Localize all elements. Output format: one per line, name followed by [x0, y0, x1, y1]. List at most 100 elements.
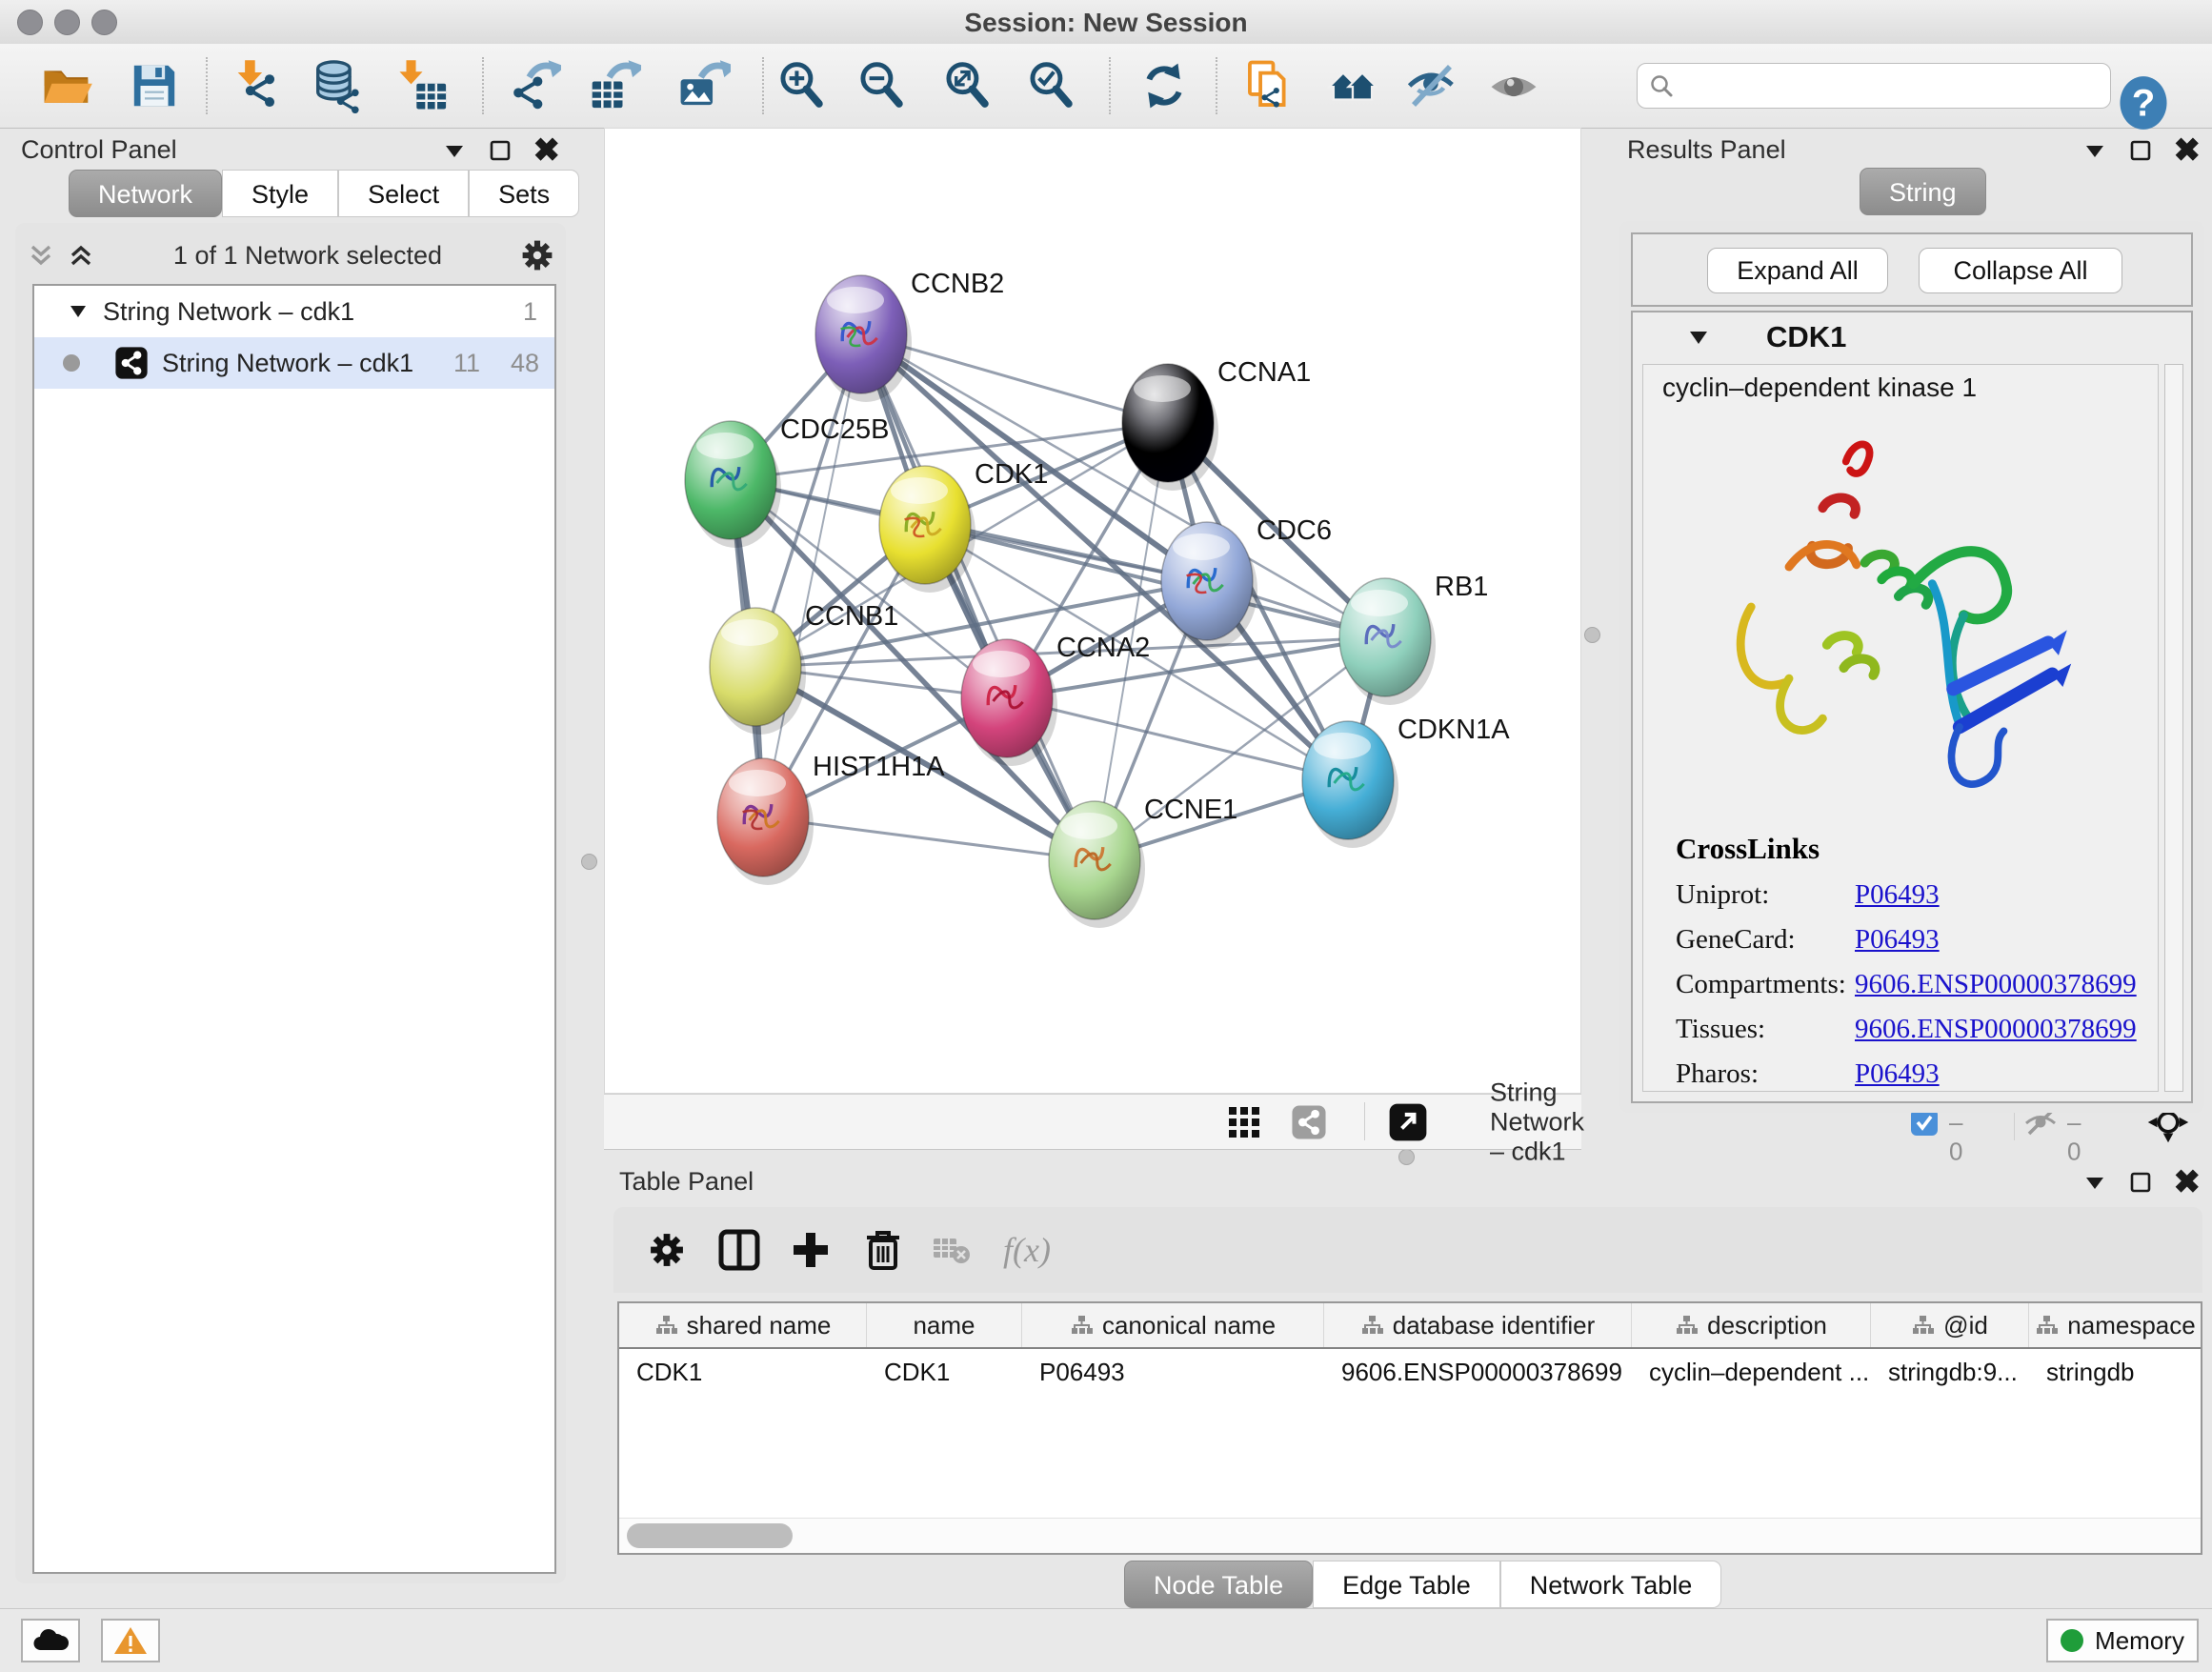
float-panel-icon[interactable] — [2128, 138, 2153, 163]
network-options-gear-icon[interactable] — [518, 236, 556, 274]
open-session-icon[interactable] — [39, 58, 94, 113]
network-row[interactable]: String Network – cdk1 11 48 — [34, 337, 554, 389]
left-splitter-handle[interactable] — [581, 854, 597, 870]
cell--id[interactable]: stringdb:9... — [1871, 1349, 2029, 1395]
column-label: canonical name — [1102, 1311, 1276, 1340]
tab-string[interactable]: String — [1860, 168, 1986, 215]
close-panel-icon[interactable]: ✖ — [2174, 1170, 2202, 1195]
import-network-database-icon[interactable] — [312, 58, 367, 113]
export-image-icon[interactable] — [675, 58, 731, 113]
search-icon — [1649, 73, 1674, 98]
crosslink-link[interactable]: P06493 — [1855, 1058, 1940, 1090]
column-header-canonical-name[interactable]: canonical name — [1022, 1303, 1324, 1347]
home-icon[interactable] — [1325, 58, 1380, 113]
node-HIST1H1A[interactable] — [717, 758, 814, 885]
panel-menu-icon[interactable] — [442, 138, 467, 163]
zoom-selected-icon[interactable] — [1024, 58, 1079, 113]
column-header--id[interactable]: @id — [1871, 1303, 2029, 1347]
crosslink-link[interactable]: 9606.ENSP00000378699 — [1855, 969, 2137, 1000]
network-collection-row[interactable]: String Network – cdk1 1 — [34, 286, 554, 337]
table-options-gear-icon[interactable] — [646, 1229, 688, 1271]
help-icon[interactable]: ? — [2116, 75, 2171, 131]
collection-expander-icon[interactable] — [69, 303, 88, 320]
panel-menu-icon[interactable] — [2082, 138, 2107, 163]
node-CDKN1A[interactable] — [1302, 721, 1398, 848]
tab-network[interactable]: Network — [69, 170, 222, 217]
tab-select[interactable]: Select — [338, 170, 469, 217]
tab-network-table[interactable]: Network Table — [1500, 1561, 1722, 1608]
node-RB1[interactable] — [1339, 578, 1436, 705]
close-panel-icon[interactable]: ✖ — [533, 138, 561, 163]
node-CDC6[interactable] — [1161, 522, 1257, 649]
zoom-out-icon[interactable] — [855, 58, 910, 113]
save-session-icon[interactable] — [127, 58, 182, 113]
cell-namespace[interactable]: stringdb — [2029, 1349, 2202, 1395]
delete-column-icon[interactable] — [863, 1228, 903, 1272]
collapse-all-networks-icon[interactable] — [65, 241, 97, 270]
entry-expander-icon[interactable] — [1688, 328, 1709, 347]
column-header-description[interactable]: description — [1632, 1303, 1871, 1347]
string-network-icon — [114, 346, 149, 380]
import-network-file-icon[interactable] — [231, 58, 287, 113]
delete-table-icon[interactable] — [932, 1235, 970, 1265]
node-CCNE1[interactable] — [1049, 801, 1145, 928]
cell-shared-name[interactable]: CDK1 — [619, 1349, 867, 1395]
node-CCNB1[interactable] — [710, 608, 806, 735]
tab-node-table[interactable]: Node Table — [1124, 1561, 1313, 1608]
float-panel-icon[interactable] — [488, 138, 513, 163]
birds-eye-view-icon[interactable] — [1228, 1106, 1260, 1138]
expand-all-networks-icon[interactable] — [25, 241, 57, 270]
memory-button[interactable]: Memory — [2046, 1619, 2199, 1662]
add-column-icon[interactable] — [790, 1229, 832, 1271]
node-CDK1[interactable] — [879, 466, 975, 593]
network-collection-panel: 1 of 1 Network selected String Network –… — [15, 223, 566, 1583]
table-horizontal-scrollbar[interactable] — [619, 1518, 2201, 1553]
panel-menu-icon[interactable] — [2082, 1170, 2107, 1195]
table-row[interactable]: CDK1CDK1P064939606.ENSP00000378699cyclin… — [619, 1349, 2201, 1395]
crosslink-link[interactable]: P06493 — [1855, 924, 1940, 956]
tab-sets[interactable]: Sets — [469, 170, 579, 217]
duplicate-network-view-icon[interactable] — [1241, 58, 1297, 113]
string-view-icon[interactable] — [1291, 1104, 1327, 1140]
cloud-status-button[interactable] — [21, 1619, 80, 1662]
zoom-fit-icon[interactable] — [940, 58, 995, 113]
node-CCNA1[interactable] — [1122, 364, 1218, 491]
cell-name[interactable]: CDK1 — [867, 1349, 1022, 1395]
cell-canonical-name[interactable]: P06493 — [1022, 1349, 1324, 1395]
column-header-name[interactable]: name — [867, 1303, 1022, 1347]
show-columns-icon[interactable] — [717, 1228, 761, 1272]
scrollbar-thumb[interactable] — [627, 1523, 793, 1548]
open-view-in-window-icon[interactable] — [1388, 1102, 1428, 1142]
cell-description[interactable]: cyclin–dependent ... — [1632, 1349, 1871, 1395]
network-view-canvas[interactable]: CCNB2 CCNA1 CDC25B CDK1 CDC6 RB1 CCNB1 C… — [604, 128, 1581, 1094]
import-table-icon[interactable] — [395, 58, 451, 113]
export-network-icon[interactable] — [506, 58, 561, 113]
expand-all-button[interactable]: Expand All — [1707, 248, 1888, 293]
function-builder-icon[interactable]: f(x) — [1003, 1230, 1051, 1270]
refresh-icon[interactable] — [1136, 58, 1192, 113]
node-CCNA2[interactable] — [961, 639, 1057, 766]
hide-selected-icon[interactable] — [1404, 58, 1459, 113]
export-table-icon[interactable] — [586, 58, 641, 113]
column-header-namespace[interactable]: namespace — [2029, 1303, 2202, 1347]
node-CCNB2[interactable] — [815, 275, 912, 402]
crosslink-link[interactable]: P06493 — [1855, 879, 1940, 911]
results-scrollbar[interactable] — [2164, 364, 2183, 1092]
edge-CCNB2-HIST1H1A[interactable] — [763, 334, 861, 817]
column-header-database-identifier[interactable]: database identifier — [1324, 1303, 1632, 1347]
close-panel-icon[interactable]: ✖ — [2174, 138, 2202, 163]
tab-style[interactable]: Style — [222, 170, 338, 217]
collapse-all-button[interactable]: Collapse All — [1919, 248, 2122, 293]
zoom-in-icon[interactable] — [774, 58, 830, 113]
search-input[interactable] — [1681, 71, 2110, 102]
column-header-shared-name[interactable]: shared name — [619, 1303, 867, 1347]
right-splitter-handle[interactable] — [1584, 627, 1600, 643]
search-field[interactable] — [1637, 63, 2111, 109]
show-selected-icon[interactable] — [1486, 58, 1541, 113]
float-panel-icon[interactable] — [2128, 1170, 2153, 1195]
tab-edge-table[interactable]: Edge Table — [1313, 1561, 1500, 1608]
cell-database-identifier[interactable]: 9606.ENSP00000378699 — [1324, 1349, 1632, 1395]
table-header-row: shared namename canonical name database … — [619, 1303, 2201, 1349]
warning-status-button[interactable] — [101, 1619, 160, 1662]
crosslink-link[interactable]: 9606.ENSP00000378699 — [1855, 1014, 2137, 1045]
